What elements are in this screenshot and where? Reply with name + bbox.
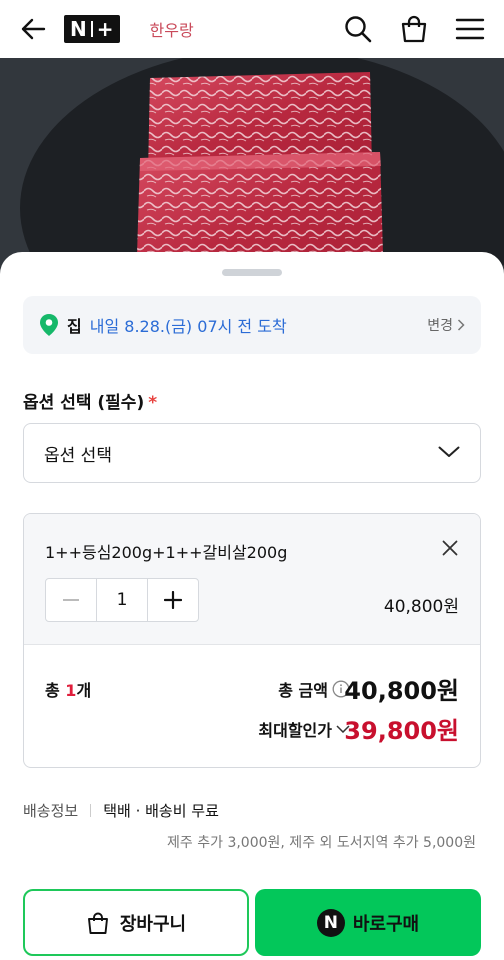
selected-item-row: 1++등심200g+1++갈비살200g 1 40,800원 xyxy=(24,514,480,645)
brand-logo-n: N xyxy=(70,17,87,41)
total-count-prefix: 총 xyxy=(45,681,66,700)
option-select-placeholder: 옵션 선택 xyxy=(44,445,112,466)
selected-option-card: 1++등심200g+1++갈비살200g 1 40,800원 총 1개 총 금액 xyxy=(23,513,481,768)
quantity-stepper: 1 xyxy=(45,578,199,622)
max-discount-amount: 39,800원 xyxy=(344,717,459,745)
increase-quantity-button[interactable] xyxy=(148,579,198,621)
close-icon[interactable] xyxy=(438,536,462,560)
total-amount-label: 총 금액 xyxy=(278,677,350,701)
option-select-dropdown[interactable]: 옵션 선택 xyxy=(23,423,481,483)
max-discount-toggle[interactable]: 최대할인가 xyxy=(258,717,350,741)
add-to-cart-button[interactable]: 장바구니 xyxy=(23,889,249,956)
shipping-label: 배송정보 xyxy=(23,802,79,820)
buy-now-button[interactable]: N 바로구매 xyxy=(255,889,481,956)
shipping-method: 택배 · 배송비 무료 xyxy=(103,802,219,820)
back-arrow-icon[interactable] xyxy=(16,12,50,46)
sub-brand-logo[interactable]: 한우랑 xyxy=(150,17,194,41)
brand-logo[interactable]: N + xyxy=(64,15,120,43)
sheet-drag-handle[interactable] xyxy=(222,269,282,276)
brand-logo-plus: + xyxy=(96,17,114,41)
delivery-place: 집 xyxy=(67,317,82,336)
search-icon[interactable] xyxy=(340,11,376,47)
delivery-eta: 내일 8.28.(금) 07시 전 도착 xyxy=(89,317,287,336)
plus-icon xyxy=(163,591,182,609)
max-discount-label: 최대할인가 xyxy=(258,721,332,740)
total-count: 총 1개 xyxy=(45,677,91,701)
option-section-title: 옵션 선택 (필수) * xyxy=(23,388,157,413)
total-amount: 40,800원 xyxy=(344,677,459,705)
delivery-info-bar: 집 내일 8.28.(금) 07시 전 도착 변경 xyxy=(23,296,481,354)
total-amount-label-text: 총 금액 xyxy=(278,681,328,700)
shipping-extra-fee: 제주 추가 3,000원, 제주 외 도서지역 추가 5,000원 xyxy=(167,835,476,851)
add-to-cart-label: 장바구니 xyxy=(119,913,187,935)
divider xyxy=(90,804,92,817)
shopping-bag-icon[interactable] xyxy=(396,11,432,47)
quantity-value[interactable]: 1 xyxy=(96,579,148,621)
purchase-bottom-sheet: 집 내일 8.28.(금) 07시 전 도착 변경 옵션 선택 (필수) * 옵션… xyxy=(0,252,504,960)
shipping-info: 배송정보 택배 · 배송비 무료 xyxy=(23,800,219,821)
total-count-number: 1 xyxy=(65,681,77,700)
selected-item-price: 40,800원 xyxy=(383,597,459,617)
menu-icon[interactable] xyxy=(452,11,488,47)
minus-icon xyxy=(63,599,80,601)
chevron-right-icon xyxy=(457,319,465,331)
price-summary: 총 1개 총 금액 40,800원 최대할인가 39,800원 xyxy=(24,645,480,767)
option-title-text: 옵션 선택 (필수) xyxy=(23,393,145,413)
buy-now-label: 바로구매 xyxy=(352,913,420,935)
required-mark: * xyxy=(148,393,158,413)
shopping-bag-icon xyxy=(87,912,108,934)
chevron-down-icon xyxy=(438,443,460,463)
selected-item-name: 1++등심200g+1++갈비살200g xyxy=(45,543,288,562)
naver-pay-badge-icon: N xyxy=(316,908,345,937)
decrease-quantity-button[interactable] xyxy=(46,579,96,621)
location-pin-icon xyxy=(39,313,59,337)
top-bar: N + 한우랑 xyxy=(0,0,504,58)
change-address-button[interactable]: 변경 xyxy=(427,315,465,335)
change-address-label: 변경 xyxy=(427,318,453,334)
total-count-suffix: 개 xyxy=(76,681,92,700)
